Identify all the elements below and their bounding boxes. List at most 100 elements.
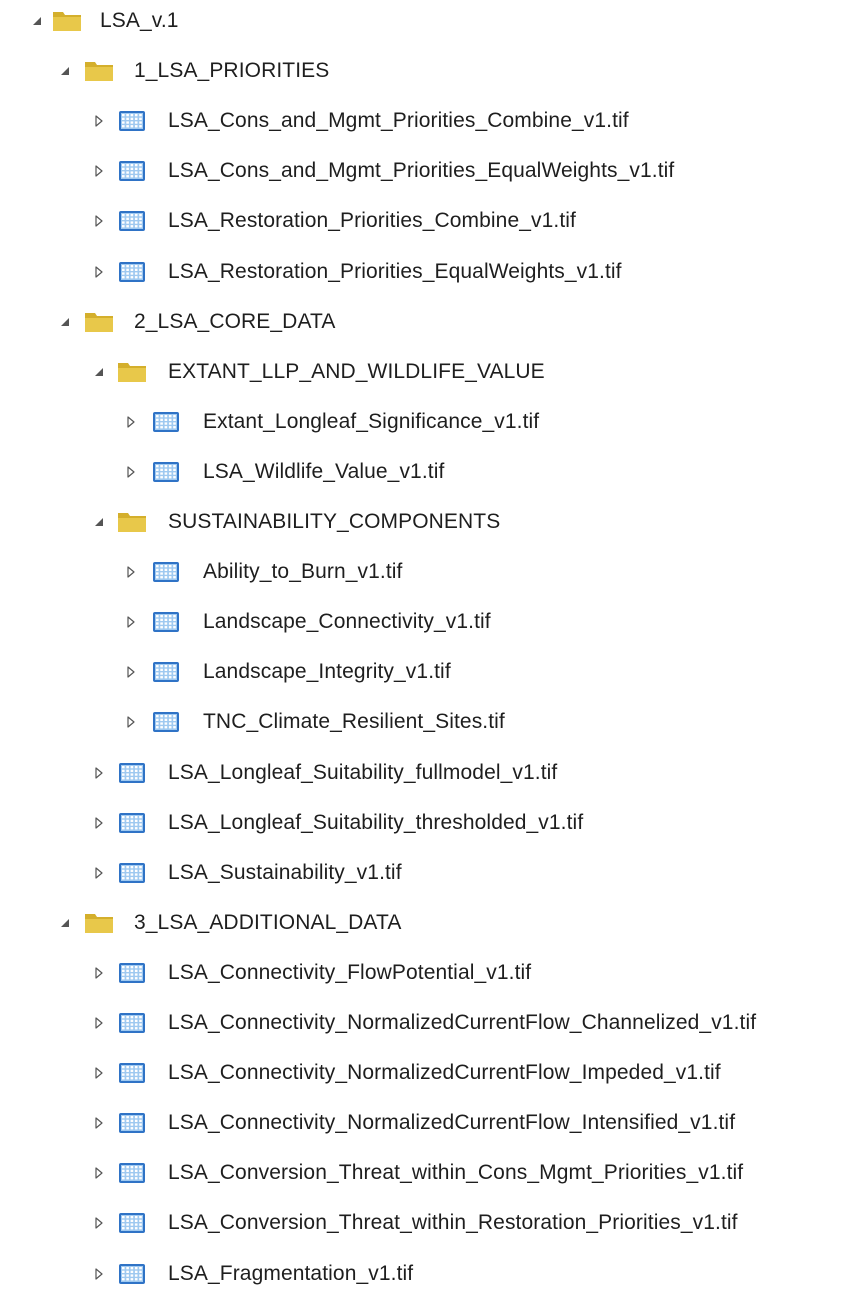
tree-item-raster[interactable]: LSA_Restoration_Priorities_EqualWeights_…	[0, 247, 867, 297]
expand-arrow-icon[interactable]	[30, 14, 44, 28]
raster-file-label: Landscape_Integrity_v1.tif	[203, 660, 451, 684]
tree-item-raster[interactable]: LSA_Cons_and_Mgmt_Priorities_Combine_v1.…	[0, 96, 867, 146]
tree-item-raster[interactable]: TNC_Climate_Resilient_Sites.tif	[0, 697, 867, 747]
collapse-arrow-icon[interactable]	[92, 114, 106, 128]
raster-icon	[117, 761, 147, 785]
raster-file-label: LSA_Conversion_Threat_within_Restoration…	[168, 1211, 738, 1235]
raster-icon	[151, 660, 181, 684]
collapse-arrow-icon[interactable]	[92, 1016, 106, 1030]
tree-node-root[interactable]: LSA_v.1	[0, 0, 867, 46]
raster-icon	[117, 961, 147, 985]
tree-node-additional[interactable]: 3_LSA_ADDITIONAL_DATA	[0, 898, 867, 948]
collapse-arrow-icon[interactable]	[92, 265, 106, 279]
tree-item-raster[interactable]: LSA_Connectivity_NormalizedCurrentFlow_I…	[0, 1098, 867, 1148]
raster-icon	[117, 811, 147, 835]
tree-node-sustainability[interactable]: SUSTAINABILITY_COMPONENTS	[0, 497, 867, 547]
collapse-arrow-icon[interactable]	[92, 816, 106, 830]
raster-icon	[117, 209, 147, 233]
folder-label: 2_LSA_CORE_DATA	[134, 309, 336, 333]
collapse-arrow-icon[interactable]	[92, 1267, 106, 1281]
tree-item-raster[interactable]: Landscape_Connectivity_v1.tif	[0, 597, 867, 647]
collapse-arrow-icon[interactable]	[92, 866, 106, 880]
raster-file-label: TNC_Climate_Resilient_Sites.tif	[203, 710, 505, 734]
expand-arrow-icon[interactable]	[92, 365, 106, 379]
tree-item-raster[interactable]: LSA_Longleaf_Suitability_thresholded_v1.…	[0, 798, 867, 848]
raster-icon	[117, 260, 147, 284]
raster-file-label: LSA_Wildlife_Value_v1.tif	[203, 459, 445, 483]
tree-item-raster[interactable]: Ability_to_Burn_v1.tif	[0, 547, 867, 597]
collapse-arrow-icon[interactable]	[124, 465, 138, 479]
tree-item-raster[interactable]: LSA_Connectivity_NormalizedCurrentFlow_I…	[0, 1048, 867, 1098]
raster-file-label: LSA_Sustainability_v1.tif	[168, 860, 402, 884]
folder-label: SUSTAINABILITY_COMPONENTS	[168, 510, 501, 533]
tree-item-raster[interactable]: LSA_Conversion_Threat_within_Cons_Mgmt_P…	[0, 1148, 867, 1198]
tree-item-raster[interactable]: LSA_Connectivity_NormalizedCurrentFlow_C…	[0, 998, 867, 1048]
collapse-arrow-icon[interactable]	[92, 766, 106, 780]
folder-icon	[84, 911, 114, 935]
folder-label: LSA_v.1	[100, 9, 179, 32]
folder-icon	[117, 360, 147, 384]
folder-icon	[117, 510, 147, 534]
collapse-arrow-icon[interactable]	[92, 1116, 106, 1130]
folder-icon	[84, 310, 114, 334]
tree-node-extant[interactable]: EXTANT_LLP_AND_WILDLIFE_VALUE	[0, 347, 867, 397]
raster-file-label: LSA_Cons_and_Mgmt_Priorities_EqualWeight…	[168, 159, 675, 183]
folder-icon	[84, 59, 114, 83]
folder-label: EXTANT_LLP_AND_WILDLIFE_VALUE	[168, 359, 545, 383]
expand-arrow-icon[interactable]	[58, 315, 72, 329]
raster-file-label: LSA_Longleaf_Suitability_thresholded_v1.…	[168, 810, 584, 834]
raster-icon	[117, 159, 147, 183]
raster-file-label: Ability_to_Burn_v1.tif	[203, 560, 403, 584]
collapse-arrow-icon[interactable]	[124, 415, 138, 429]
raster-file-label: LSA_Conversion_Threat_within_Cons_Mgmt_P…	[168, 1161, 744, 1185]
folder-icon	[52, 9, 82, 33]
tree-item-raster[interactable]: LSA_Connectivity_FlowPotential_v1.tif	[0, 948, 867, 998]
tree-item-raster[interactable]: LSA_Wildlife_Value_v1.tif	[0, 447, 867, 497]
folder-label: 3_LSA_ADDITIONAL_DATA	[134, 910, 402, 934]
tree-node-core-data[interactable]: 2_LSA_CORE_DATA	[0, 297, 867, 347]
tree-item-raster[interactable]: LSA_Conversion_Threat_within_Restoration…	[0, 1198, 867, 1248]
raster-file-label: LSA_Restoration_Priorities_EqualWeights_…	[168, 259, 622, 283]
tree-item-raster[interactable]: LSA_Sustainability_v1.tif	[0, 848, 867, 898]
raster-icon	[117, 109, 147, 133]
tree-item-raster[interactable]: LSA_Cons_and_Mgmt_Priorities_EqualWeight…	[0, 146, 867, 196]
raster-file-label: LSA_Fragmentation_v1.tif	[168, 1261, 414, 1285]
collapse-arrow-icon[interactable]	[92, 1066, 106, 1080]
raster-icon	[117, 1011, 147, 1035]
collapse-arrow-icon[interactable]	[92, 1166, 106, 1180]
raster-icon	[151, 710, 181, 734]
collapse-arrow-icon[interactable]	[92, 1216, 106, 1230]
raster-icon	[117, 861, 147, 885]
raster-file-label: LSA_Connectivity_NormalizedCurrentFlow_I…	[168, 1061, 721, 1085]
raster-icon	[117, 1211, 147, 1235]
raster-file-label: Landscape_Connectivity_v1.tif	[203, 610, 491, 634]
raster-file-label: LSA_Connectivity_FlowPotential_v1.tif	[168, 960, 532, 984]
raster-file-label: LSA_Connectivity_NormalizedCurrentFlow_C…	[168, 1011, 757, 1034]
collapse-arrow-icon[interactable]	[124, 715, 138, 729]
tree-item-raster[interactable]: LSA_Fragmentation_v1.tif	[0, 1249, 867, 1299]
tree-item-raster[interactable]: LSA_Longleaf_Suitability_fullmodel_v1.ti…	[0, 748, 867, 798]
collapse-arrow-icon[interactable]	[124, 565, 138, 579]
raster-file-label: LSA_Restoration_Priorities_Combine_v1.ti…	[168, 209, 576, 233]
collapse-arrow-icon[interactable]	[124, 665, 138, 679]
collapse-arrow-icon[interactable]	[92, 966, 106, 980]
raster-icon	[117, 1262, 147, 1286]
raster-icon	[151, 610, 181, 634]
expand-arrow-icon[interactable]	[92, 515, 106, 529]
collapse-arrow-icon[interactable]	[92, 164, 106, 178]
expand-arrow-icon[interactable]	[58, 916, 72, 930]
raster-file-label: LSA_Cons_and_Mgmt_Priorities_Combine_v1.…	[168, 109, 629, 133]
tree-item-raster[interactable]: Extant_Longleaf_Significance_v1.tif	[0, 397, 867, 447]
collapse-arrow-icon[interactable]	[92, 214, 106, 228]
collapse-arrow-icon[interactable]	[124, 615, 138, 629]
raster-file-label: LSA_Longleaf_Suitability_fullmodel_v1.ti…	[168, 760, 558, 784]
tree-node-priorities[interactable]: 1_LSA_PRIORITIES	[0, 46, 867, 96]
raster-icon	[151, 560, 181, 584]
tree-item-raster[interactable]: Landscape_Integrity_v1.tif	[0, 647, 867, 697]
raster-icon	[151, 410, 181, 434]
expand-arrow-icon[interactable]	[58, 64, 72, 78]
folder-label: 1_LSA_PRIORITIES	[134, 59, 330, 83]
raster-icon	[117, 1161, 147, 1185]
catalog-tree: LSA_v.1 1_LSA_PRIORITIES LSA_Cons_and_Mgmt…	[0, 0, 867, 1285]
tree-item-raster[interactable]: LSA_Restoration_Priorities_Combine_v1.ti…	[0, 196, 867, 246]
